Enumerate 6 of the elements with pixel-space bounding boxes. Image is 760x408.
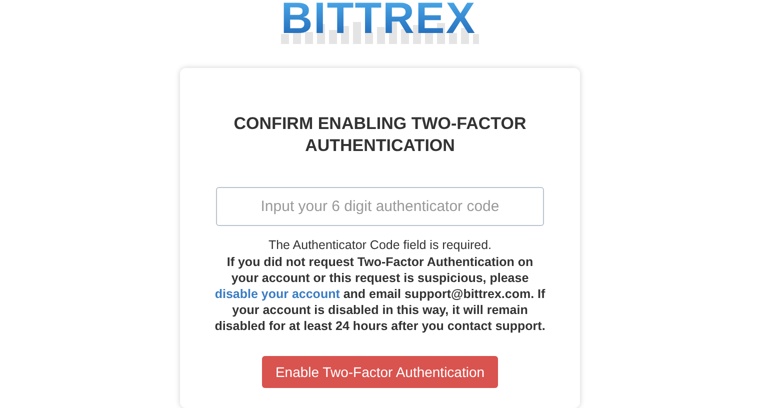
enable-2fa-button[interactable]: Enable Two-Factor Authentication bbox=[262, 356, 498, 388]
authenticator-code-field[interactable]: Input your 6 digit authenticator code bbox=[216, 187, 544, 226]
validation-message: The Authenticator Code field is required. bbox=[268, 238, 492, 252]
warning-paragraph: If you did not request Two-Factor Authentication on your account or this request is suspicious, please disable your account and email support@bittrex.com. If your account is disabled in this way, it will remain disabled for at least 24 hours after you contact support. bbox=[214, 254, 546, 334]
disable-account-link[interactable]: disable your account bbox=[214, 287, 340, 301]
dialog-title: CONFIRM ENABLING TWO-FACTOR AUTHENTICATION bbox=[232, 113, 528, 157]
